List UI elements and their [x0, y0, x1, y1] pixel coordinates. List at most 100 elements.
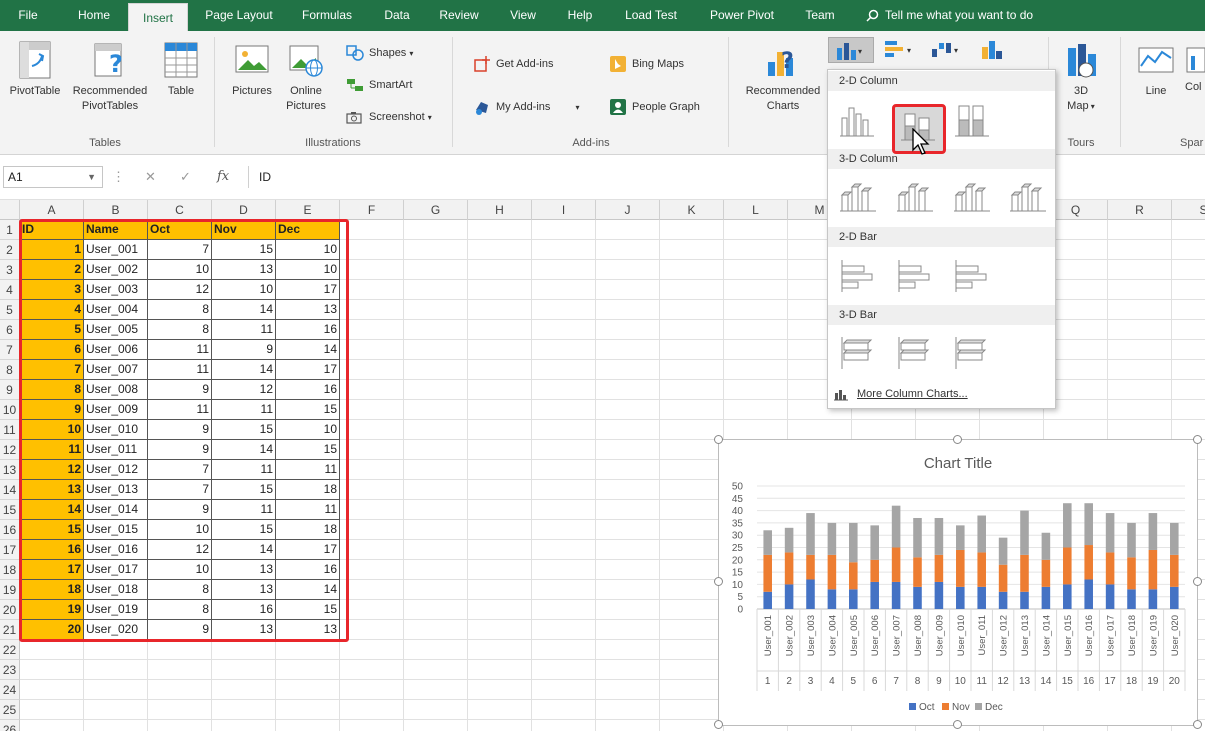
bar-dec[interactable]: [763, 530, 772, 555]
cell-nov[interactable]: 14: [212, 360, 276, 380]
row-header[interactable]: 22: [0, 640, 20, 660]
bar-oct[interactable]: [1084, 579, 1093, 609]
row-header[interactable]: 10: [0, 400, 20, 420]
cell-nov[interactable]: 15: [212, 420, 276, 440]
row-header[interactable]: 11: [0, 420, 20, 440]
cell-name[interactable]: User_017: [84, 560, 148, 580]
bar-nov[interactable]: [1020, 554, 1029, 592]
column-header-I[interactable]: I: [532, 200, 596, 220]
stacked-column-chart[interactable]: Chart Title 0 5 10 15 20 25 30 35 40 45 50 User_001 1…: [718, 439, 1198, 726]
bar-nov[interactable]: [998, 564, 1008, 592]
cell-name[interactable]: User_019: [84, 600, 148, 620]
hierarchy-chart-button[interactable]: [980, 39, 1014, 64]
cell-oct[interactable]: 8: [148, 600, 212, 620]
bar-dec[interactable]: [1041, 532, 1051, 560]
header-cell-id[interactable]: ID: [20, 220, 84, 240]
tab-load-test[interactable]: Load Test: [616, 0, 686, 31]
cell-nov[interactable]: 15: [212, 520, 276, 540]
cell-name[interactable]: User_012: [84, 460, 148, 480]
row-header[interactable]: 15: [0, 500, 20, 520]
insert-function-button[interactable]: fx: [217, 166, 229, 188]
cell-nov[interactable]: 16: [212, 600, 276, 620]
cell-dec[interactable]: 17: [276, 540, 340, 560]
row-header[interactable]: 19: [0, 580, 20, 600]
cell-name[interactable]: User_014: [84, 500, 148, 520]
table-button[interactable]: Table: [158, 40, 204, 99]
header-cell-dec[interactable]: Dec: [276, 220, 340, 240]
cell-id[interactable]: 11: [20, 440, 84, 460]
bar-nov[interactable]: [849, 562, 858, 590]
bar-nov[interactable]: [1084, 545, 1093, 580]
bar-nov[interactable]: [1105, 552, 1115, 585]
column-header-F[interactable]: F: [340, 200, 404, 220]
bing-maps-button[interactable]: Bing Maps: [609, 55, 684, 73]
cell-nov[interactable]: 14: [212, 540, 276, 560]
cell-oct[interactable]: 8: [148, 580, 212, 600]
cell-name[interactable]: User_001: [84, 240, 148, 260]
legend-label-nov[interactable]: Nov: [952, 702, 970, 713]
select-all-corner[interactable]: [0, 200, 20, 220]
cell-dec[interactable]: 16: [276, 320, 340, 340]
cell-name[interactable]: User_005: [84, 320, 148, 340]
column-header-C[interactable]: C: [148, 200, 212, 220]
cell-oct[interactable]: 9: [148, 440, 212, 460]
cell-dec[interactable]: 14: [276, 580, 340, 600]
column-header-B[interactable]: B: [84, 200, 148, 220]
tab-data[interactable]: Data: [374, 0, 420, 31]
waterfall-chart-button[interactable]: ▾: [930, 39, 964, 64]
bar-oct[interactable]: [849, 589, 858, 609]
legend-label-oct[interactable]: Oct: [919, 702, 935, 713]
row-header[interactable]: 9: [0, 380, 20, 400]
clustered-bar-icon[interactable]: [838, 256, 878, 296]
cell-nov[interactable]: 10: [212, 280, 276, 300]
cell-dec[interactable]: 18: [276, 480, 340, 500]
cell-oct[interactable]: 9: [148, 380, 212, 400]
bar-dec[interactable]: [1020, 510, 1029, 555]
3d-column-icon[interactable]: [1008, 177, 1048, 217]
tab-page-layout[interactable]: Page Layout: [197, 0, 281, 31]
3d-stacked-bar-icon[interactable]: [895, 333, 935, 373]
bar-nov[interactable]: [784, 552, 794, 585]
3d-clustered-column-icon[interactable]: [838, 177, 878, 217]
column-chart-button-active[interactable]: ▾: [828, 37, 874, 63]
column-header-G[interactable]: G: [404, 200, 468, 220]
smartart-button[interactable]: SmartArt: [346, 76, 412, 94]
cell-oct[interactable]: 10: [148, 520, 212, 540]
name-box[interactable]: A1 ▼: [3, 166, 103, 188]
column-header-R[interactable]: R: [1108, 200, 1172, 220]
resize-handle[interactable]: [1193, 720, 1202, 729]
cell-nov[interactable]: 9: [212, 340, 276, 360]
column-header-E[interactable]: E: [276, 200, 340, 220]
bar-chart-button[interactable]: ▾: [883, 39, 917, 64]
cell-name[interactable]: User_004: [84, 300, 148, 320]
cell-dec[interactable]: 16: [276, 560, 340, 580]
row-header[interactable]: 21: [0, 620, 20, 640]
cell-nov[interactable]: 11: [212, 500, 276, 520]
online-pictures-button[interactable]: Online Pictures: [282, 40, 330, 114]
row-header[interactable]: 16: [0, 520, 20, 540]
header-cell-oct[interactable]: Oct: [148, 220, 212, 240]
cell-oct[interactable]: 7: [148, 460, 212, 480]
bar-nov[interactable]: [934, 554, 944, 582]
cell-nov[interactable]: 11: [212, 400, 276, 420]
row-header[interactable]: 14: [0, 480, 20, 500]
bar-dec[interactable]: [956, 525, 965, 550]
resize-handle[interactable]: [714, 577, 723, 586]
row-header[interactable]: 1: [0, 220, 20, 240]
shapes-button[interactable]: Shapes ▾: [346, 44, 413, 62]
cell-dec[interactable]: 15: [276, 600, 340, 620]
cell-oct[interactable]: 12: [148, 280, 212, 300]
bar-dec[interactable]: [1105, 513, 1115, 553]
cell-name[interactable]: User_018: [84, 580, 148, 600]
clustered-column-icon[interactable]: [838, 100, 878, 140]
resize-handle[interactable]: [953, 720, 962, 729]
column-header-H[interactable]: H: [468, 200, 532, 220]
cell-oct[interactable]: 12: [148, 540, 212, 560]
cell-id[interactable]: 19: [20, 600, 84, 620]
bar-dec[interactable]: [1148, 513, 1158, 550]
bar-oct[interactable]: [1105, 584, 1115, 609]
bar-dec[interactable]: [998, 537, 1008, 565]
bar-oct[interactable]: [998, 591, 1008, 609]
formula-input[interactable]: ID: [248, 166, 1200, 188]
column-header-K[interactable]: K: [660, 200, 724, 220]
